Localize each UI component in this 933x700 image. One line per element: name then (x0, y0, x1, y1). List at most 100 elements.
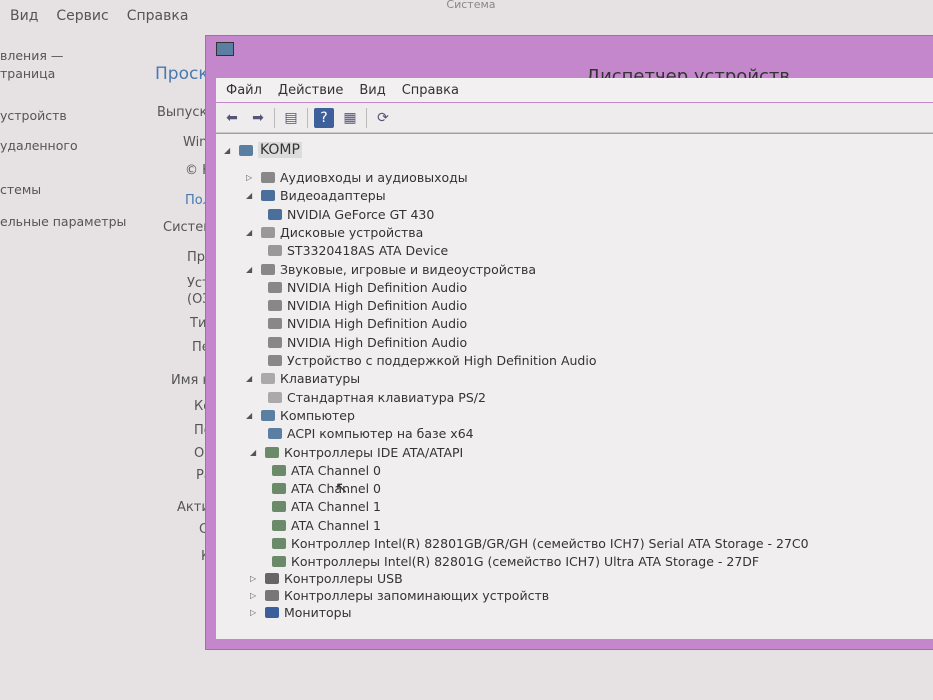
bg-left-link[interactable]: траница (0, 66, 55, 82)
mouse-cursor-icon: ↖ (335, 478, 349, 497)
menu-view[interactable]: Вид (359, 83, 385, 98)
menu-help[interactable]: Справка (402, 83, 459, 98)
computer-icon (268, 428, 282, 440)
collapse-arrow-icon[interactable]: ◢ (250, 448, 260, 457)
device-manager-window: Диспетчер устройств Файл Действие Вид Сп… (205, 35, 933, 650)
controller-icon (272, 501, 286, 513)
tree-category[interactable]: ◢ Звуковые, игровые и видеоустройства (246, 262, 536, 277)
tree-device[interactable]: Контроллеры Intel(R) 82801G (семейство I… (272, 554, 759, 569)
collapse-arrow-icon[interactable]: ◢ (246, 228, 256, 237)
tree-label: Устройство с поддержкой High Definition … (287, 353, 597, 368)
tree-label: Видеоадаптеры (280, 188, 386, 204)
bg-menu-help[interactable]: Справка (127, 8, 189, 24)
tree-category[interactable]: ◢ Видеоадаптеры (246, 188, 386, 203)
tree-device[interactable]: ST3320418AS ATA Device (268, 243, 448, 258)
tree-label: Дисковые устройства (280, 224, 424, 240)
collapse-arrow-icon[interactable]: ◢ (246, 411, 256, 420)
tree-category[interactable]: ▷ Мониторы (250, 605, 351, 620)
tree-label: NVIDIA High Definition Audio (287, 334, 468, 350)
monitor-icon (265, 607, 279, 619)
menu-action[interactable]: Действие (278, 83, 343, 98)
keyboard-icon (261, 373, 275, 385)
tree-category[interactable]: ◢ Компьютер (246, 408, 355, 423)
tree-label: KOMP (258, 142, 302, 158)
menu-file[interactable]: Файл (226, 83, 262, 98)
bg-title: Система (446, 0, 496, 11)
tree-device[interactable]: ACPI компьютер на базе x64 (268, 426, 474, 441)
bg-menu-service[interactable]: Сервис (56, 8, 108, 24)
tree-category[interactable]: ◢ Клавиатуры (246, 371, 360, 386)
tree-label: Контроллеры USB (284, 571, 403, 587)
expand-arrow-icon[interactable]: ▷ (246, 173, 256, 182)
disk-icon (261, 226, 275, 238)
collapse-arrow-icon[interactable]: ◢ (224, 146, 234, 155)
expand-arrow-icon[interactable]: ▷ (250, 608, 260, 617)
bg-left-link[interactable]: устройств (0, 108, 67, 124)
properties-icon[interactable]: ▤ (281, 108, 301, 128)
bg-content-text: Проск (155, 64, 209, 84)
tree-label: Аудиовходы и аудиовыходы (280, 170, 468, 185)
controller-icon (272, 538, 286, 549)
tree-device[interactable]: NVIDIA High Definition Audio (268, 316, 467, 331)
keyboard-icon (268, 391, 282, 403)
tree-device[interactable]: NVIDIA High Definition Audio (268, 335, 467, 350)
controller-icon (272, 483, 286, 495)
tree-device[interactable]: Стандартная клавиатура PS/2 (268, 390, 486, 405)
tree-device[interactable]: NVIDIA GeForce GT 430 (268, 207, 434, 222)
tree-label: Контроллеры запоминающих устройств (284, 588, 550, 604)
controller-icon (265, 446, 279, 458)
tree-category[interactable]: ◢ KOMP (224, 142, 302, 158)
collapse-arrow-icon[interactable]: ◢ (246, 265, 256, 274)
computer-icon (239, 144, 253, 156)
tree-label: Контроллер Intel(R) 82801GB/GR/GH (семей… (291, 536, 809, 551)
tree-device[interactable]: Устройство с поддержкой High Definition … (268, 353, 597, 368)
bg-left-link[interactable]: ельные параметры (0, 214, 126, 230)
bg-content-text: Выпуск (157, 105, 208, 120)
scan-icon[interactable]: ⟳ (373, 108, 393, 128)
tree-category[interactable]: ◢ Дисковые устройства (246, 225, 423, 240)
bg-left-link[interactable]: стемы (0, 182, 41, 198)
tree-device[interactable]: Контроллер Intel(R) 82801GB/GR/GH (семей… (272, 536, 809, 551)
tree-label: Стандартная клавиатура PS/2 (287, 389, 486, 405)
tree-category[interactable]: ◢ Контроллеры IDE ATA/ATAPI (250, 445, 463, 460)
speaker-icon (261, 263, 275, 275)
forward-icon[interactable]: ➡ (248, 108, 268, 128)
speaker-icon (268, 336, 282, 348)
bg-menu-view[interactable]: Вид (10, 8, 38, 24)
tree-category[interactable]: ▷ Контроллеры USB (250, 571, 403, 586)
toolbar: ⬅ ➡ ▤ ? ▦ ⟳ (216, 103, 933, 133)
tree-category[interactable]: ▷ Контроллеры запоминающих устройств (250, 588, 549, 603)
tree-label: Контроллеры IDE ATA/ATAPI (284, 444, 464, 460)
menu-bar: Файл Действие Вид Справка (216, 78, 933, 102)
expand-arrow-icon[interactable]: ▷ (250, 574, 260, 583)
disk-icon (268, 245, 282, 257)
tree-device[interactable]: ATA Channel 0 (272, 481, 381, 496)
tree-device[interactable]: NVIDIA High Definition Audio (268, 298, 467, 313)
tree-label: ATA Channel 1 (291, 517, 382, 533)
tree-device[interactable]: ATA Channel 1 (272, 518, 381, 533)
tree-label: Мониторы (284, 605, 352, 621)
display-icon (268, 208, 282, 220)
view-icon[interactable]: ▦ (340, 108, 360, 128)
toolbar-separator (274, 107, 275, 128)
help-icon[interactable]: ? (314, 107, 334, 128)
controller-icon (272, 556, 286, 568)
bg-left-link[interactable]: вления — (0, 48, 63, 64)
bg-left-link[interactable]: удаленного (0, 138, 78, 154)
tree-label: NVIDIA GeForce GT 430 (287, 206, 435, 222)
collapse-arrow-icon[interactable]: ◢ (246, 191, 256, 200)
background-menu: Вид Сервис Справка Система (0, 0, 496, 24)
tree-device[interactable]: ATA Channel 0 (272, 463, 381, 478)
tree-device[interactable]: NVIDIA High Definition Audio (268, 280, 467, 295)
tree-device[interactable]: ATA Channel 1 (272, 499, 381, 514)
collapse-arrow-icon[interactable]: ◢ (246, 374, 256, 383)
storage-icon (265, 590, 279, 602)
device-tree: ◢ KOMP ▷ Аудиовходы и аудиовыходы ◢ Видеоадап… (216, 134, 933, 639)
tree-label: Клавиатуры (280, 371, 361, 387)
tree-category[interactable]: ▷ Аудиовходы и аудиовыходы (246, 170, 468, 185)
tree-label: ATA Channel 0 (291, 462, 382, 478)
tree-label: NVIDIA High Definition Audio (287, 298, 468, 314)
back-icon[interactable]: ⬅ (222, 108, 242, 128)
tree-label: ATA Channel 1 (291, 499, 382, 515)
expand-arrow-icon[interactable]: ▷ (250, 591, 260, 600)
